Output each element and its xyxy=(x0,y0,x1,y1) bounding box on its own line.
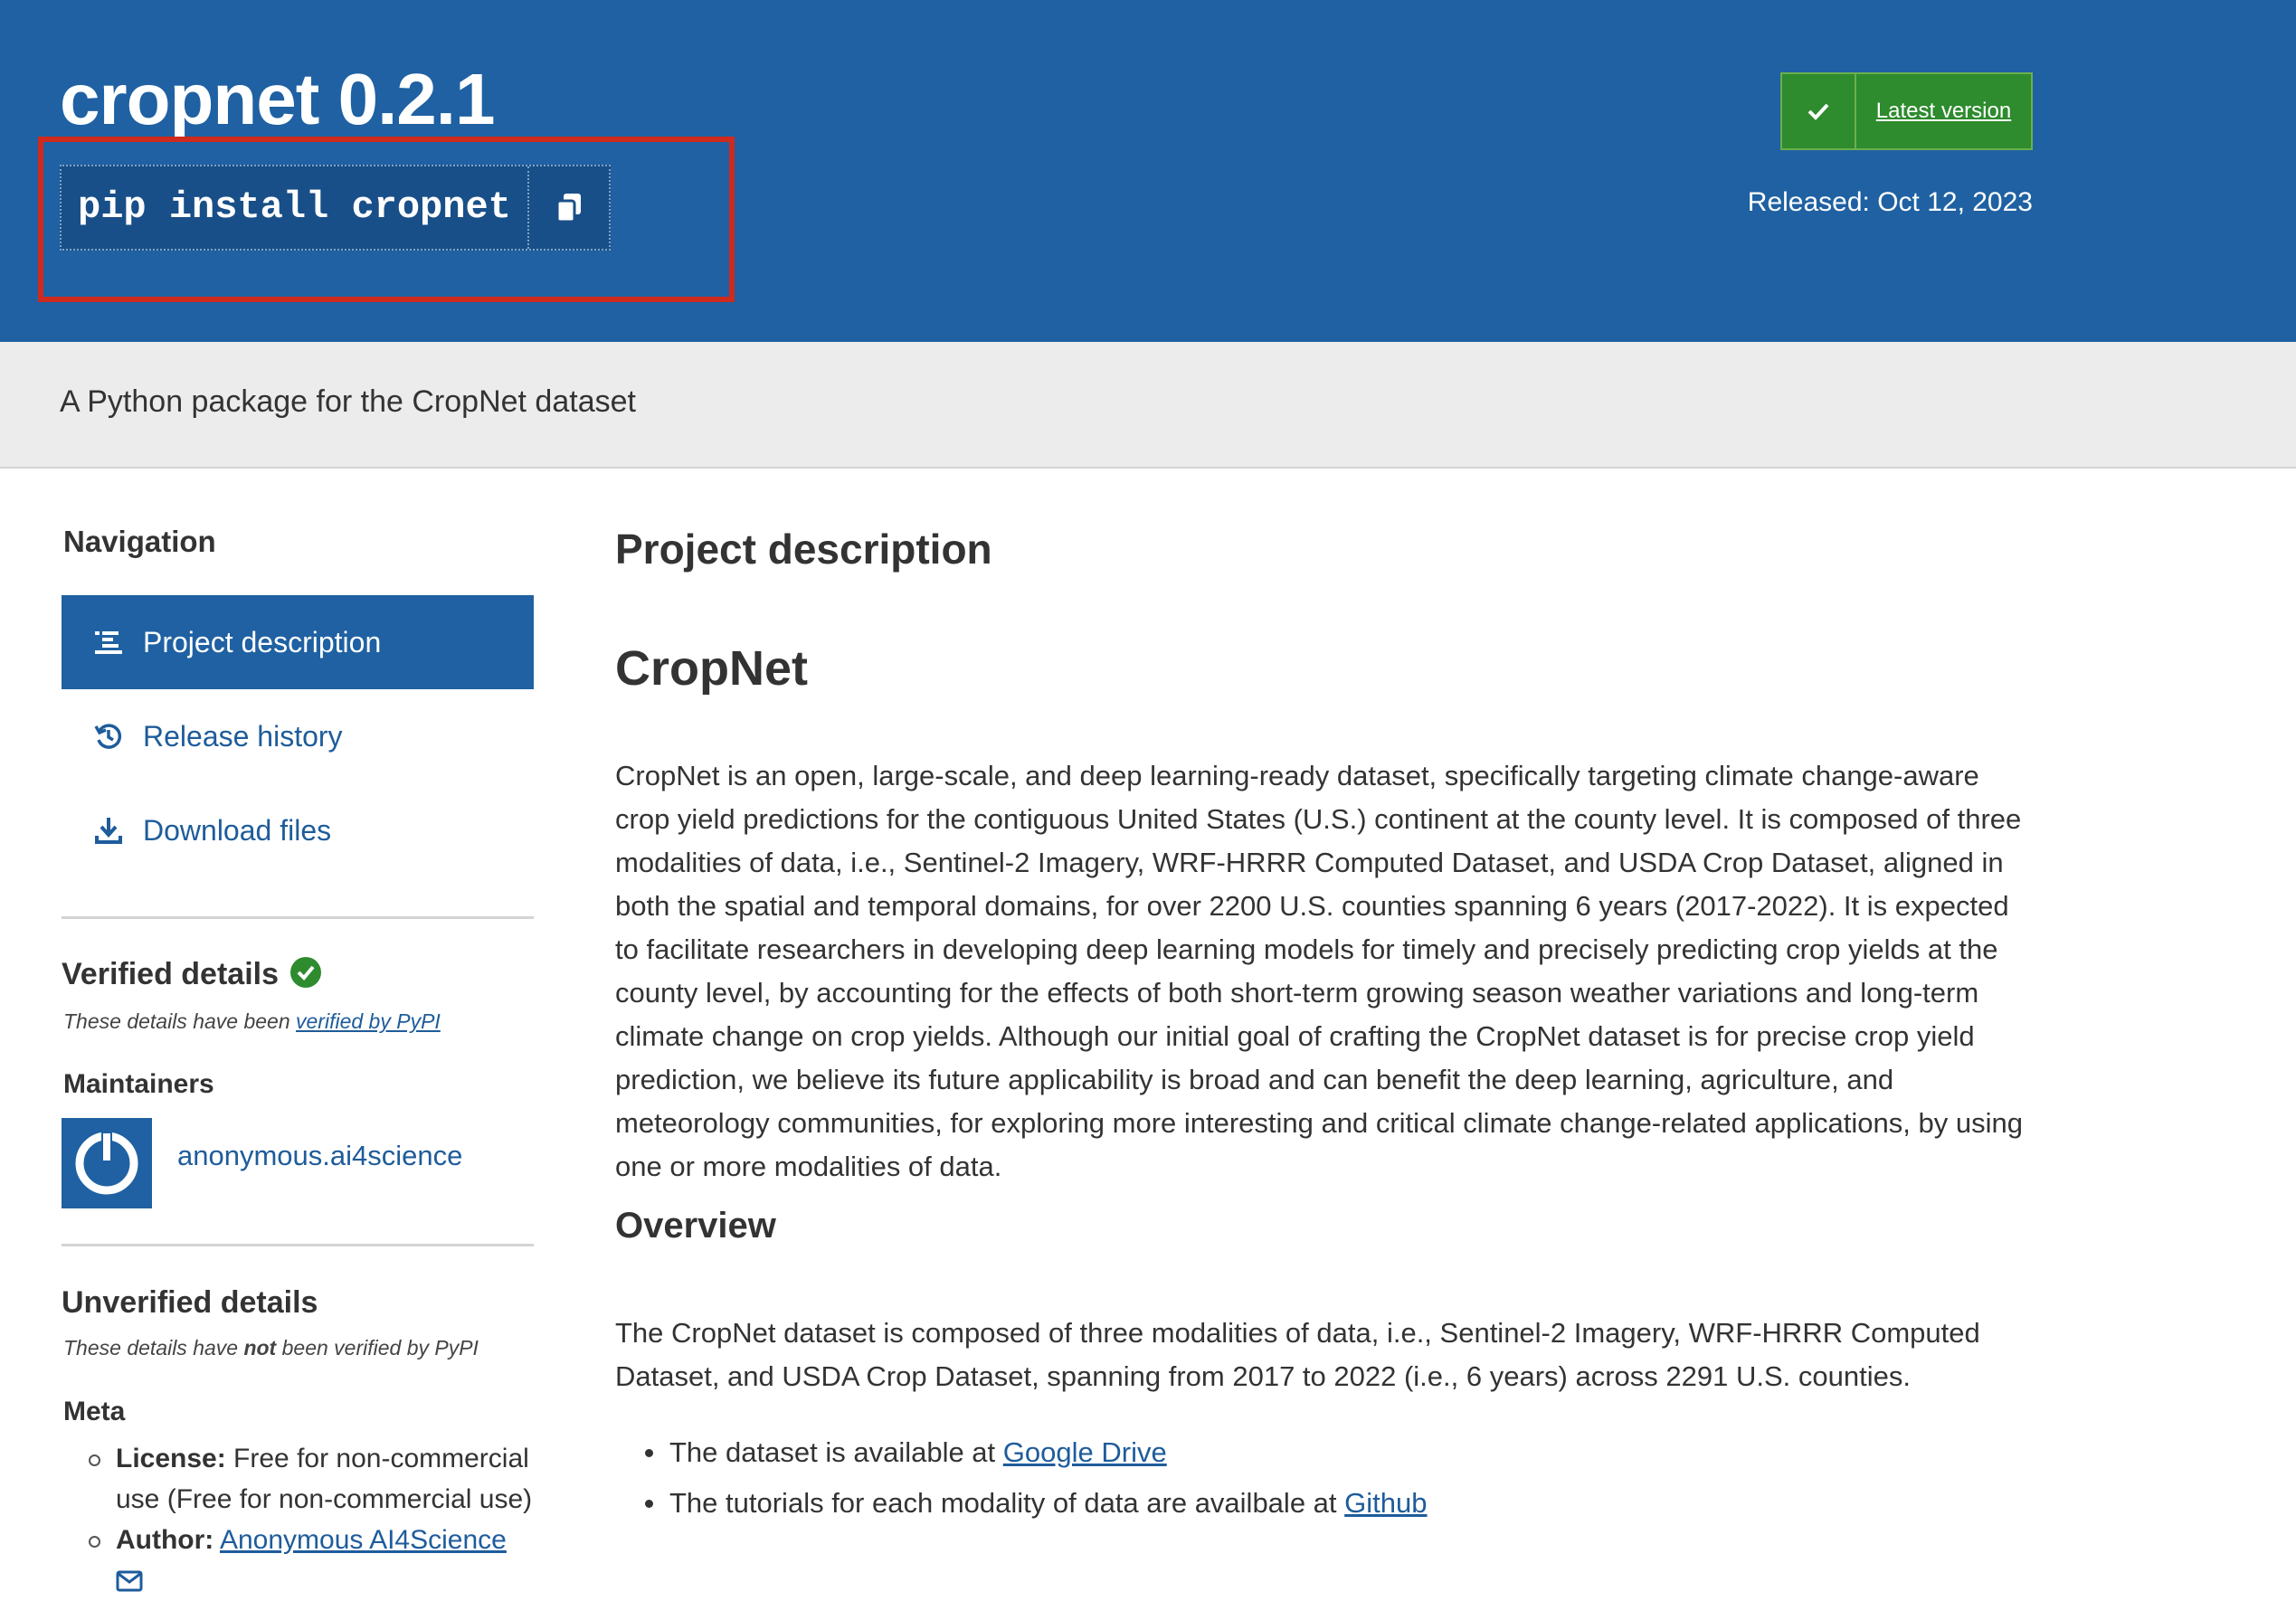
pip-command[interactable]: pip install cropnet xyxy=(62,166,529,249)
package-summary: A Python package for the CropNet dataset xyxy=(60,384,636,419)
nav-item-project-description[interactable]: Project description xyxy=(62,595,534,689)
latest-version-button[interactable]: Latest version xyxy=(1780,72,2033,150)
avatar[interactable] xyxy=(62,1118,152,1208)
author-link[interactable]: Anonymous AI4Science xyxy=(220,1525,507,1555)
sidebar-divider xyxy=(62,1244,534,1246)
verified-details-heading: Verified details xyxy=(62,957,322,992)
maintainers-heading: Maintainers xyxy=(63,1069,214,1099)
envelope-icon[interactable] xyxy=(116,1570,143,1592)
nav-item-download-files[interactable]: Download files xyxy=(62,783,534,877)
unverified-note-emphasis: not xyxy=(243,1336,277,1359)
package-summary-bar: A Python package for the CropNet dataset xyxy=(0,342,2296,469)
unverified-note-text: been verified by PyPI xyxy=(276,1336,479,1359)
nav-item-label: Download files xyxy=(143,813,332,847)
list-item-text: The dataset is available at xyxy=(669,1436,1003,1468)
nav-item-label: Project description xyxy=(143,625,382,658)
overview-heading: Overview xyxy=(615,1206,776,1246)
verified-note-text: These details have been xyxy=(63,1009,297,1033)
maintainer-link[interactable]: anonymous.ai4science xyxy=(177,1140,462,1172)
links-list: The dataset is available at Google Drive… xyxy=(615,1427,1427,1529)
history-icon xyxy=(92,720,125,753)
intro-paragraph: CropNet is an open, large-scale, and dee… xyxy=(615,760,2023,1182)
release-date: Released: Oct 12, 2023 xyxy=(1747,187,2033,217)
meta-license: License: Free for non-commercial use (Fr… xyxy=(89,1438,541,1520)
meta-list: License: Free for non-commercial use (Fr… xyxy=(89,1438,541,1601)
project-description-heading: Project description xyxy=(615,526,992,573)
list-item: The tutorials for each modality of data … xyxy=(615,1478,1427,1529)
verified-details-title: Verified details xyxy=(62,957,279,991)
verified-check-icon xyxy=(290,957,322,988)
readme-title: CropNet xyxy=(615,641,808,696)
overview-paragraph: The CropNet dataset is composed of three… xyxy=(615,1317,1980,1392)
pip-install-box: pip install cropnet xyxy=(60,165,611,251)
package-title: cropnet 0.2.1 xyxy=(60,59,496,139)
nav-item-release-history[interactable]: Release history xyxy=(62,689,534,783)
latest-version-link[interactable]: Latest version xyxy=(1856,74,2031,148)
unverified-note: These details have not been verified by … xyxy=(63,1336,479,1360)
github-link[interactable]: Github xyxy=(1344,1487,1427,1519)
copy-button[interactable] xyxy=(529,166,609,249)
unverified-details-heading: Unverified details xyxy=(62,1285,318,1320)
meta-heading: Meta xyxy=(63,1397,126,1426)
download-icon xyxy=(92,814,125,847)
meta-author: Author: Anonymous AI4Science xyxy=(89,1520,541,1601)
power-icon xyxy=(75,1132,138,1195)
unverified-note-text: These details have xyxy=(63,1336,244,1359)
sidebar-divider xyxy=(62,916,534,919)
copy-icon xyxy=(555,193,581,223)
package-header: cropnet 0.2.1 pip install cropnet Latest… xyxy=(0,0,2296,342)
verified-note: These details have been verified by PyPI xyxy=(63,1009,441,1034)
license-label: License: xyxy=(116,1444,226,1473)
navigation-heading: Navigation xyxy=(63,525,216,558)
nav-item-label: Release history xyxy=(143,719,343,753)
list-item: The dataset is available at Google Drive xyxy=(615,1427,1427,1478)
list-item-text: The tutorials for each modality of data … xyxy=(669,1487,1345,1519)
google-drive-link[interactable]: Google Drive xyxy=(1003,1436,1167,1468)
align-left-icon xyxy=(92,626,125,658)
verified-by-pypi-link[interactable]: verified by PyPI xyxy=(296,1009,441,1033)
author-label: Author: xyxy=(116,1525,214,1555)
check-icon xyxy=(1782,74,1856,148)
